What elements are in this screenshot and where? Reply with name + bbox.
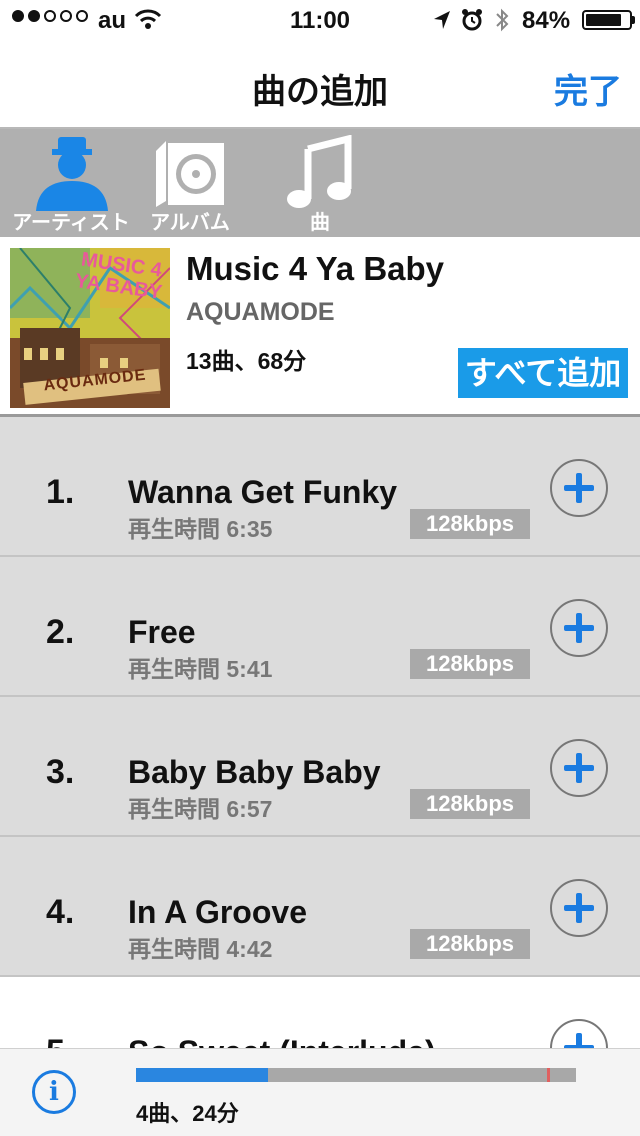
tab-album-label: アルバム	[150, 212, 230, 234]
location-arrow-icon	[432, 9, 452, 37]
track-number: 1.	[46, 473, 75, 511]
album-artist: AQUAMODE	[186, 298, 335, 326]
track-duration: 再生時間 6:57	[128, 796, 273, 822]
album-icon	[156, 141, 224, 207]
album-cover-image: MUSIC 4 YA BABY AQUAMODE	[10, 248, 170, 408]
status-bar: au 11:00 84%	[0, 0, 640, 40]
track-title: In A Groove	[128, 894, 307, 930]
tab-songs-label: 曲	[310, 212, 330, 234]
track-number: 2.	[46, 613, 75, 651]
info-icon[interactable]: i	[32, 1070, 76, 1114]
bitrate-badge: 128kbps	[410, 509, 530, 539]
track-row[interactable]: 4. In A Groove 再生時間 4:42 128kbps	[0, 837, 640, 977]
selection-progress-bar	[136, 1068, 576, 1082]
alarm-icon	[460, 8, 484, 38]
album-track-count: 13曲、68分	[186, 348, 307, 374]
track-row[interactable]: 2. Free 再生時間 5:41 128kbps	[0, 557, 640, 697]
track-duration: 再生時間 5:41	[128, 656, 273, 682]
tab-artist-label: アーティスト	[12, 212, 130, 234]
add-track-plus-icon[interactable]	[550, 599, 608, 657]
track-number: 4.	[46, 893, 75, 931]
track-row[interactable]: 1. Wanna Get Funky 再生時間 6:35 128kbps	[0, 417, 640, 557]
track-duration: 再生時間 6:35	[128, 516, 273, 542]
done-button[interactable]: 完了	[554, 64, 622, 113]
person-icon	[36, 137, 108, 211]
bluetooth-icon	[494, 6, 510, 40]
album-title: Music 4 Ya Baby	[186, 250, 445, 287]
battery-percent: 84%	[522, 7, 571, 34]
track-duration: 再生時間 4:42	[128, 936, 273, 962]
track-title: Wanna Get Funky	[128, 474, 398, 510]
tab-songs[interactable]: 曲	[270, 129, 370, 237]
tab-artist[interactable]: アーティスト	[0, 129, 142, 237]
add-track-plus-icon[interactable]	[550, 739, 608, 797]
progress-fill	[136, 1068, 268, 1082]
tab-album[interactable]: アルバム	[142, 129, 238, 237]
add-track-plus-icon[interactable]	[550, 459, 608, 517]
bitrate-badge: 128kbps	[410, 649, 530, 679]
add-all-button[interactable]: すべて追加	[458, 348, 628, 398]
music-note-icon	[287, 135, 352, 208]
track-title: Free	[128, 614, 196, 650]
bottom-bar	[0, 1048, 640, 1136]
battery-icon	[582, 10, 632, 30]
track-number: 3.	[46, 753, 75, 791]
progress-limit-marker	[547, 1068, 551, 1082]
track-title: Baby Baby Baby	[128, 754, 381, 790]
add-track-plus-icon[interactable]	[550, 879, 608, 937]
bitrate-badge: 128kbps	[410, 789, 530, 819]
battery-nub	[632, 16, 635, 24]
bitrate-badge: 128kbps	[410, 929, 530, 959]
page-title: 曲の追加	[252, 73, 388, 111]
selection-summary: 4曲、24分	[136, 1101, 239, 1126]
track-row[interactable]: 3. Baby Baby Baby 再生時間 6:57 128kbps	[0, 697, 640, 837]
category-tab-bar: アーティスト アルバム 曲	[0, 129, 640, 237]
